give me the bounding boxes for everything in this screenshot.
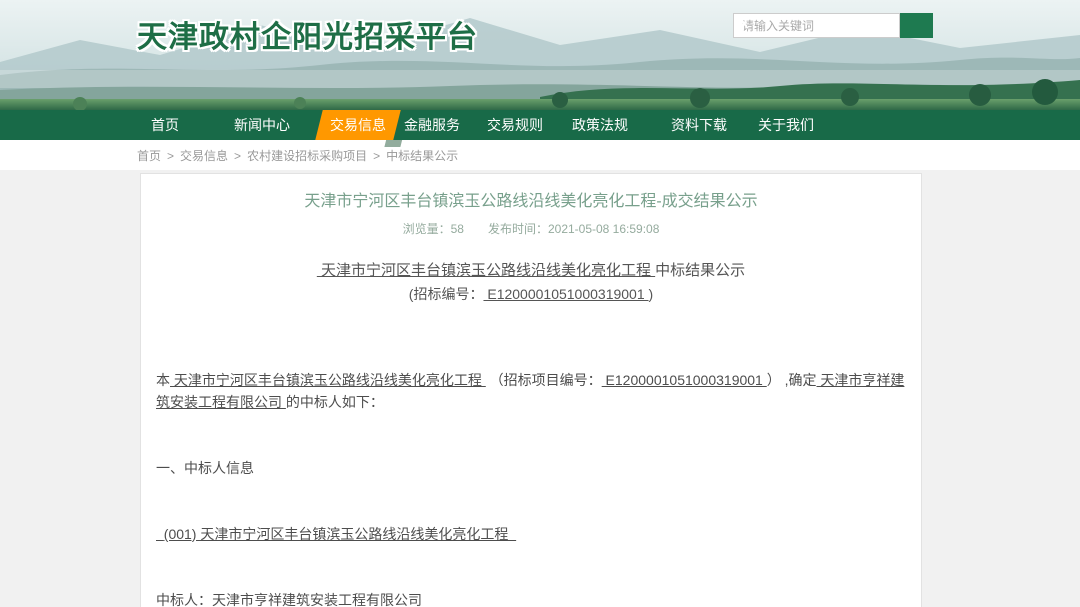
section1-item: (001) 天津市宁河区丰台镇滨玉公路线沿线美化亮化工程 <box>156 523 906 545</box>
page-background: 天津市宁河区丰台镇滨玉公路线沿线美化亮化工程-成交结果公示 浏览量：58 发布时间… <box>0 170 1080 607</box>
nav-item-finance[interactable]: 金融服务 <box>404 110 460 140</box>
doc-heading-project-name: 天津市宁河区丰台镇滨玉公路线沿线美化亮化工程 <box>317 262 655 279</box>
announcement-panel: 天津市宁河区丰台镇滨玉公路线沿线美化亮化工程-成交结果公示 浏览量：58 发布时间… <box>140 173 922 607</box>
site-title: 天津政村企阳光招采平台 <box>137 12 478 56</box>
winner-line: 中标人：天津市亨祥建筑安装工程有限公司 <box>156 589 906 607</box>
breadcrumb-trade-info[interactable]: 交易信息 <box>180 149 228 163</box>
nav-item-downloads[interactable]: 资料下载 <box>671 110 727 140</box>
tender-number-suffix: ) <box>649 286 654 302</box>
search-button[interactable] <box>900 13 933 38</box>
nav-item-home[interactable]: 首页 <box>151 110 179 140</box>
views-count: 58 <box>451 222 464 236</box>
nav-item-news[interactable]: 新闻中心 <box>234 110 290 140</box>
winner-label: 中标人： <box>156 592 212 607</box>
doc-heading-suffix: 中标结果公示 <box>655 262 745 279</box>
breadcrumb-current: 中标结果公示 <box>386 149 458 163</box>
intro-tender-number: E1200001051000319001 <box>602 372 767 388</box>
breadcrumb: 首页 > 交易信息 > 农村建设招标采购项目 > 中标结果公示 <box>137 147 458 164</box>
intro-project-name: 天津市宁河区丰台镇滨玉公路线沿线美化亮化工程 <box>170 372 486 388</box>
intro-text: （招标项目编号： <box>486 372 602 388</box>
search-icon <box>733 13 751 31</box>
search-bar <box>733 13 933 38</box>
nav-item-trade-info-active[interactable]: 交易信息 <box>315 110 400 140</box>
tender-number-prefix: (招标编号： <box>409 286 484 302</box>
intro-paragraph: 本 天津市宁河区丰台镇滨玉公路线沿线美化亮化工程 （招标项目编号： E12000… <box>156 369 906 413</box>
header-banner: 天津政村企阳光招采平台 <box>0 0 1080 110</box>
main-nav: 首页 新闻中心 交易信息 金融服务 交易规则 政策法规 资料下载 关于我们 <box>0 110 1080 140</box>
nav-item-policies[interactable]: 政策法规 <box>572 110 628 140</box>
nav-item-trade-rules[interactable]: 交易规则 <box>487 110 543 140</box>
nav-item-trade-info-label: 交易信息 <box>319 110 397 140</box>
tender-number: E1200001051000319001 <box>483 286 648 302</box>
publish-label: 发布时间： <box>488 222 548 236</box>
winner-value: 天津市亨祥建筑安装工程有限公司 <box>212 592 422 607</box>
search-input[interactable] <box>733 13 900 38</box>
intro-text: 本 <box>156 372 170 388</box>
nav-item-about[interactable]: 关于我们 <box>758 110 814 140</box>
intro-text: ） ,确定 <box>767 372 817 388</box>
doc-body: 本 天津市宁河区丰台镇滨玉公路线沿线美化亮化工程 （招标项目编号： E12000… <box>156 325 906 607</box>
doc-heading: 天津市宁河区丰台镇滨玉公路线沿线美化亮化工程 中标结果公示 <box>156 261 906 281</box>
breadcrumb-separator: > <box>234 149 241 163</box>
article-title: 天津市宁河区丰台镇滨玉公路线沿线美化亮化工程-成交结果公示 <box>156 192 906 212</box>
article-meta: 浏览量：58 发布时间：2021-05-08 16:59:08 <box>156 221 906 238</box>
intro-text: 的中标人如下： <box>286 394 384 410</box>
views-label: 浏览量： <box>403 222 451 236</box>
publish-time: 2021-05-08 16:59:08 <box>548 222 659 236</box>
breadcrumb-home[interactable]: 首页 <box>137 149 161 163</box>
section1-item-text: (001) 天津市宁河区丰台镇滨玉公路线沿线美化亮化工程 <box>156 526 516 542</box>
breadcrumb-separator: > <box>373 149 380 163</box>
breadcrumb-rural-projects[interactable]: 农村建设招标采购项目 <box>247 149 367 163</box>
breadcrumb-separator: > <box>167 149 174 163</box>
section1-title: 一、中标人信息 <box>156 457 906 479</box>
tender-number-line: (招标编号： E1200001051000319001 ) <box>156 285 906 304</box>
breadcrumb-bar: 首页 > 交易信息 > 农村建设招标采购项目 > 中标结果公示 <box>0 140 1080 170</box>
